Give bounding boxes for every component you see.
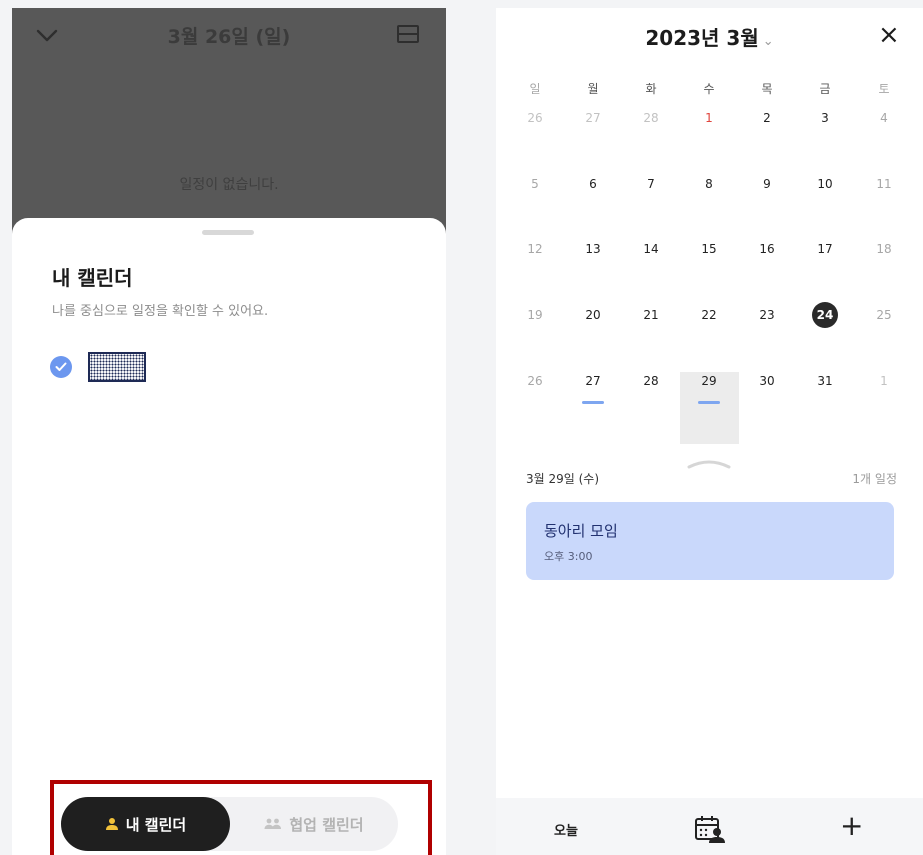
calendar-day[interactable]: 13 [571,237,615,261]
add-event-button[interactable]: + [840,812,863,840]
calendar-list-item[interactable] [50,352,146,382]
calendar-day[interactable]: 3 [803,106,847,130]
weekday-label: 화 [645,82,657,96]
tab-my-calendar-label: 내 캘린더 [125,815,187,834]
calendar-day[interactable]: 9 [745,172,789,196]
calendar-day[interactable]: 10 [803,172,847,196]
highlight-box: 내 캘린더 협업 캘린더 [50,780,432,855]
month-grid: 26 27 28 1 2 3 4 5 6 7 8 9 10 11 12 13 14 15 16 17 18 19 20 21 2… [496,106,923,446]
calendar-day[interactable]: 2 [745,106,789,130]
calendar-day[interactable]: 22 [687,303,731,327]
event-time: 오후 3:00 [544,550,593,563]
calendar-day[interactable]: 4 [862,106,906,130]
calendar-day[interactable]: 27 [571,369,615,393]
calendar-day[interactable]: 12 [513,237,557,261]
calendar-day[interactable]: 31 [803,369,847,393]
redacted-calendar-name [88,352,146,382]
calendar-day[interactable]: 11 [862,172,906,196]
calendar-picker-sheet: 내 캘린더 나를 중심으로 일정을 확인할 수 있어요. [12,218,446,855]
calendar-day[interactable]: 20 [571,303,615,327]
chevron-up-icon[interactable] [686,454,732,473]
weekday-label: 목 [761,82,773,96]
close-icon[interactable]: × [878,22,900,48]
calendar-day[interactable]: 29 [687,369,731,393]
calendar-day[interactable]: 17 [803,237,847,261]
calendar-day[interactable]: 24 [812,302,838,328]
calendar-day[interactable]: 16 [745,237,789,261]
calendar-day[interactable]: 18 [862,237,906,261]
calendar-day[interactable]: 6 [571,172,615,196]
month-title: 2023년 3월 [645,26,759,50]
calendar-day[interactable]: 28 [629,106,673,130]
left-screen: 3월 26일 (일) 일정이 없습니다. 내 캘린더 나를 중심으로 일정을 확… [12,8,446,855]
calendar-segment-control: 내 캘린더 협업 캘린더 [61,797,398,851]
calendar-day[interactable]: 26 [513,106,557,130]
calendar-day[interactable]: 1 [862,369,906,393]
tab-shared-calendar[interactable]: 협업 캘린더 [230,797,398,851]
calendar-day[interactable]: 1 [687,106,731,130]
weekday-label: 금 [819,82,831,96]
today-button[interactable]: 오늘 [554,820,578,839]
checkmark-icon[interactable] [50,356,72,378]
day-view-date: 3월 26일 (일) [167,26,291,48]
calendar-day[interactable]: 7 [629,172,673,196]
calendar-day[interactable]: 19 [513,303,557,327]
calendar-day[interactable]: 5 [513,172,557,196]
empty-schedule-message: 일정이 없습니다. [179,177,279,193]
person-icon [105,817,119,831]
calendar-day[interactable]: 28 [629,369,673,393]
calendar-day[interactable]: 25 [862,303,906,327]
sheet-handle[interactable] [202,230,254,235]
calendar-day[interactable]: 15 [687,237,731,261]
tab-my-calendar[interactable]: 내 캘린더 [61,797,230,851]
calendar-day[interactable]: 27 [571,106,615,130]
weekday-label: 일 [529,82,541,96]
calendar-day[interactable]: 8 [687,172,731,196]
sheet-title: 내 캘린더 [52,266,133,290]
day-view-overlay: 3월 26일 (일) 일정이 없습니다. [12,8,446,248]
selected-date-label: 3월 29일 (수) [526,472,600,486]
event-title: 동아리 모임 [544,522,618,540]
event-indicator [698,401,720,404]
calendar-person-icon[interactable] [694,814,726,844]
calendar-day[interactable]: 21 [629,303,673,327]
weekday-label: 월 [587,82,599,96]
event-count-label: 1개 일정 [852,472,897,486]
weekday-header: 일월화수목금토 [496,80,923,100]
calendar-day[interactable]: 14 [629,237,673,261]
weekday-label: 수 [703,82,715,96]
right-screen: 2023년 3월 ⌄ × 일월화수목금토 26 27 28 1 2 3 4 5 6 7 8 9 10 11 1… [496,8,923,855]
month-selector[interactable]: 2023년 3월 ⌄ [496,22,923,51]
bottom-tabbar: 오늘 + [496,798,923,855]
weekday-label: 토 [878,82,890,96]
tab-shared-calendar-label: 협업 캘린더 [289,815,364,834]
chevron-down-icon: ⌄ [762,34,774,49]
calendar-day[interactable]: 23 [745,303,789,327]
menu-icon[interactable] [396,23,420,45]
event-indicator [582,401,604,404]
sheet-subtitle: 나를 중심으로 일정을 확인할 수 있어요. [52,304,269,319]
event-card[interactable]: 동아리 모임 오후 3:00 [526,502,894,580]
calendar-day[interactable]: 26 [513,369,557,393]
calendar-day[interactable]: 30 [745,369,789,393]
people-icon [264,818,282,830]
